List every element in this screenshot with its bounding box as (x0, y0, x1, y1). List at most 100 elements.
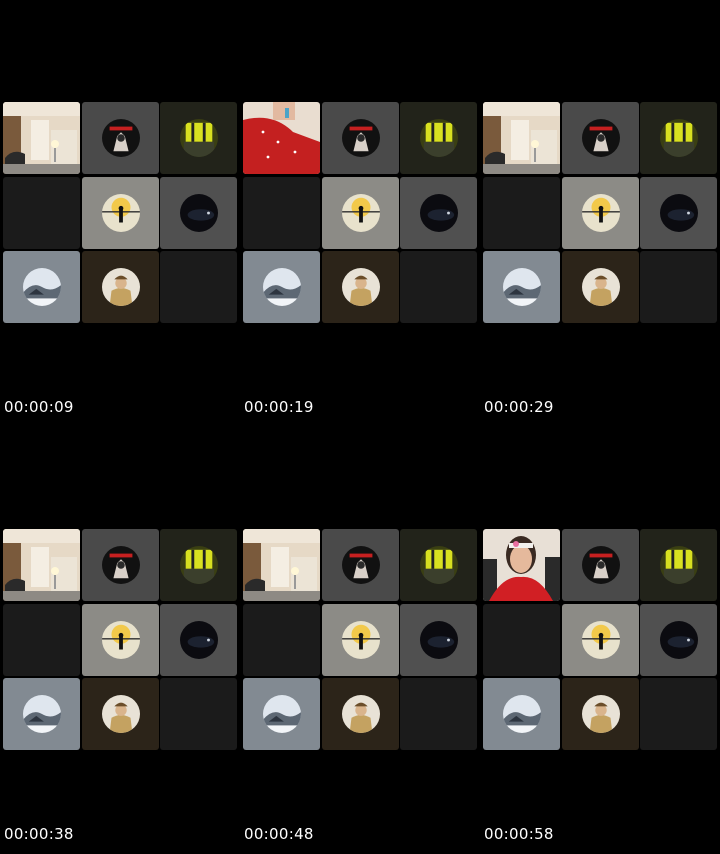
camera-feed (483, 102, 560, 174)
person-hat-avatar (101, 268, 140, 306)
participant-avatar-tile (3, 251, 80, 323)
participant-avatar-tile (640, 529, 717, 601)
yellow-window-avatar (659, 546, 698, 584)
camera-feed (483, 529, 560, 601)
snow-scene-avatar (22, 695, 61, 733)
participant-avatar-tile (400, 102, 477, 174)
participant-avatar-tile (322, 177, 399, 249)
participant-grid (243, 102, 477, 324)
snow-scene-avatar (502, 268, 541, 306)
participant-avatar-tile (82, 529, 159, 601)
timestamp: 00:00:48 (244, 825, 314, 843)
participant-grid (483, 529, 717, 751)
yellow-window-avatar (179, 546, 218, 584)
participant-avatar-tile (243, 678, 320, 750)
empty-tile (400, 678, 477, 750)
empty-tile (160, 678, 237, 750)
person-hat-avatar (341, 268, 380, 306)
participant-avatar-tile (562, 678, 639, 750)
timestamp: 00:00:19 (244, 398, 314, 416)
person-hat-avatar (581, 695, 620, 733)
yellow-window-avatar (179, 119, 218, 157)
timestamp: 00:00:58 (484, 825, 554, 843)
sunset-silhouette-avatar (581, 194, 620, 232)
person-hat-avatar (101, 695, 140, 733)
night-scene-avatar (659, 194, 698, 232)
camera-feed (3, 529, 80, 601)
participant-avatar-tile (322, 678, 399, 750)
participant-grid (3, 529, 237, 751)
participant-grid (483, 102, 717, 324)
sunset-silhouette-avatar (101, 194, 140, 232)
person-hat-avatar (341, 695, 380, 733)
sunset-silhouette-avatar (341, 621, 380, 659)
sunset-silhouette-avatar (581, 621, 620, 659)
timestamp: 00:00:38 (4, 825, 74, 843)
participant-avatar-tile (640, 604, 717, 676)
participant-avatar-tile (562, 102, 639, 174)
snow-scene-avatar (502, 695, 541, 733)
empty-tile (243, 177, 320, 249)
participant-avatar-tile (322, 251, 399, 323)
dark-poster-avatar (581, 119, 620, 157)
camera-feed (3, 102, 80, 174)
yellow-window-avatar (659, 119, 698, 157)
participant-avatar-tile (160, 177, 237, 249)
video-frame-6: 00:00:58 (480, 427, 720, 854)
empty-tile (483, 177, 560, 249)
participant-avatar-tile (562, 177, 639, 249)
empty-tile (160, 251, 237, 323)
night-scene-avatar (419, 194, 458, 232)
participant-avatar-tile (562, 251, 639, 323)
participant-avatar-tile (400, 529, 477, 601)
dark-poster-avatar (101, 119, 140, 157)
participant-avatar-tile (400, 604, 477, 676)
video-frame-5: 00:00:48 (240, 427, 480, 854)
participant-avatar-tile (82, 177, 159, 249)
dark-poster-avatar (341, 119, 380, 157)
empty-tile (483, 604, 560, 676)
snow-scene-avatar (262, 268, 301, 306)
participant-avatar-tile (160, 604, 237, 676)
empty-tile (243, 604, 320, 676)
night-scene-avatar (179, 621, 218, 659)
yellow-window-avatar (419, 119, 458, 157)
night-scene-avatar (179, 194, 218, 232)
participant-avatar-tile (160, 529, 237, 601)
video-frame-3: 00:00:29 (480, 0, 720, 427)
empty-tile (3, 604, 80, 676)
snow-scene-avatar (22, 268, 61, 306)
sunset-silhouette-avatar (341, 194, 380, 232)
empty-tile (640, 678, 717, 750)
participant-avatar-tile (483, 678, 560, 750)
video-frame-2: 00:00:19 (240, 0, 480, 427)
participant-avatar-tile (82, 678, 159, 750)
participant-video-tile (483, 102, 560, 174)
night-scene-avatar (659, 621, 698, 659)
participant-avatar-tile (322, 604, 399, 676)
participant-avatar-tile (82, 251, 159, 323)
participant-avatar-tile (322, 529, 399, 601)
participant-avatar-tile (243, 251, 320, 323)
participant-avatar-tile (3, 678, 80, 750)
dark-poster-avatar (341, 546, 380, 584)
camera-feed (243, 529, 320, 601)
video-frame-1: 00:00:09 (0, 0, 240, 427)
participant-avatar-tile (400, 177, 477, 249)
video-frame-4: 00:00:38 (0, 427, 240, 854)
participant-grid (243, 529, 477, 751)
timestamp: 00:00:09 (4, 398, 74, 416)
empty-tile (400, 251, 477, 323)
yellow-window-avatar (419, 546, 458, 584)
empty-tile (640, 251, 717, 323)
sunset-silhouette-avatar (101, 621, 140, 659)
participant-avatar-tile (562, 529, 639, 601)
participant-grid (3, 102, 237, 324)
participant-avatar-tile (483, 251, 560, 323)
participant-avatar-tile (160, 102, 237, 174)
empty-tile (3, 177, 80, 249)
participant-video-tile (243, 102, 320, 174)
night-scene-avatar (419, 621, 458, 659)
participant-avatar-tile (82, 604, 159, 676)
participant-video-tile (3, 102, 80, 174)
